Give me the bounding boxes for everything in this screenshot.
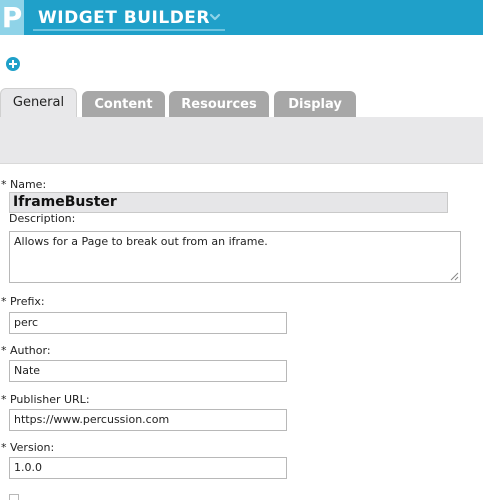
prefix-input[interactable]: perc — [9, 312, 287, 334]
add-widget-button[interactable] — [6, 57, 20, 71]
name-field: IframeBuster — [9, 192, 448, 213]
description-textarea[interactable]: Allows for a Page to break out from an i… — [9, 231, 461, 283]
tab-resources[interactable]: Resources — [169, 91, 269, 117]
description-text: Allows for a Page to break out from an i… — [14, 235, 268, 248]
publisher-url-label: * Publisher URL: — [1, 393, 90, 406]
tab-display[interactable]: Display — [274, 91, 356, 117]
version-input[interactable]: 1.0.0 — [9, 457, 287, 479]
tab-content[interactable]: Content — [82, 91, 165, 117]
app-title[interactable]: WIDGET BUILDER — [38, 6, 210, 30]
description-label: Description: — [9, 212, 76, 225]
version-label: * Version: — [1, 441, 55, 454]
tab-panel-header — [0, 117, 483, 164]
percussion-logo: P — [0, 0, 24, 35]
resize-grip-icon[interactable] — [450, 272, 459, 281]
responsive-checkbox[interactable] — [9, 494, 19, 500]
app-header: P WIDGET BUILDER — [0, 0, 483, 35]
prefix-label: * Prefix: — [1, 295, 45, 308]
chevron-down-icon[interactable] — [208, 10, 222, 24]
publisher-url-input[interactable]: https://www.percussion.com — [9, 409, 287, 431]
title-underline — [33, 29, 225, 31]
author-label: * Author: — [1, 344, 51, 357]
name-label: * Name: — [1, 178, 47, 191]
author-input[interactable]: Nate — [9, 360, 287, 382]
tab-general[interactable]: General — [0, 88, 77, 118]
